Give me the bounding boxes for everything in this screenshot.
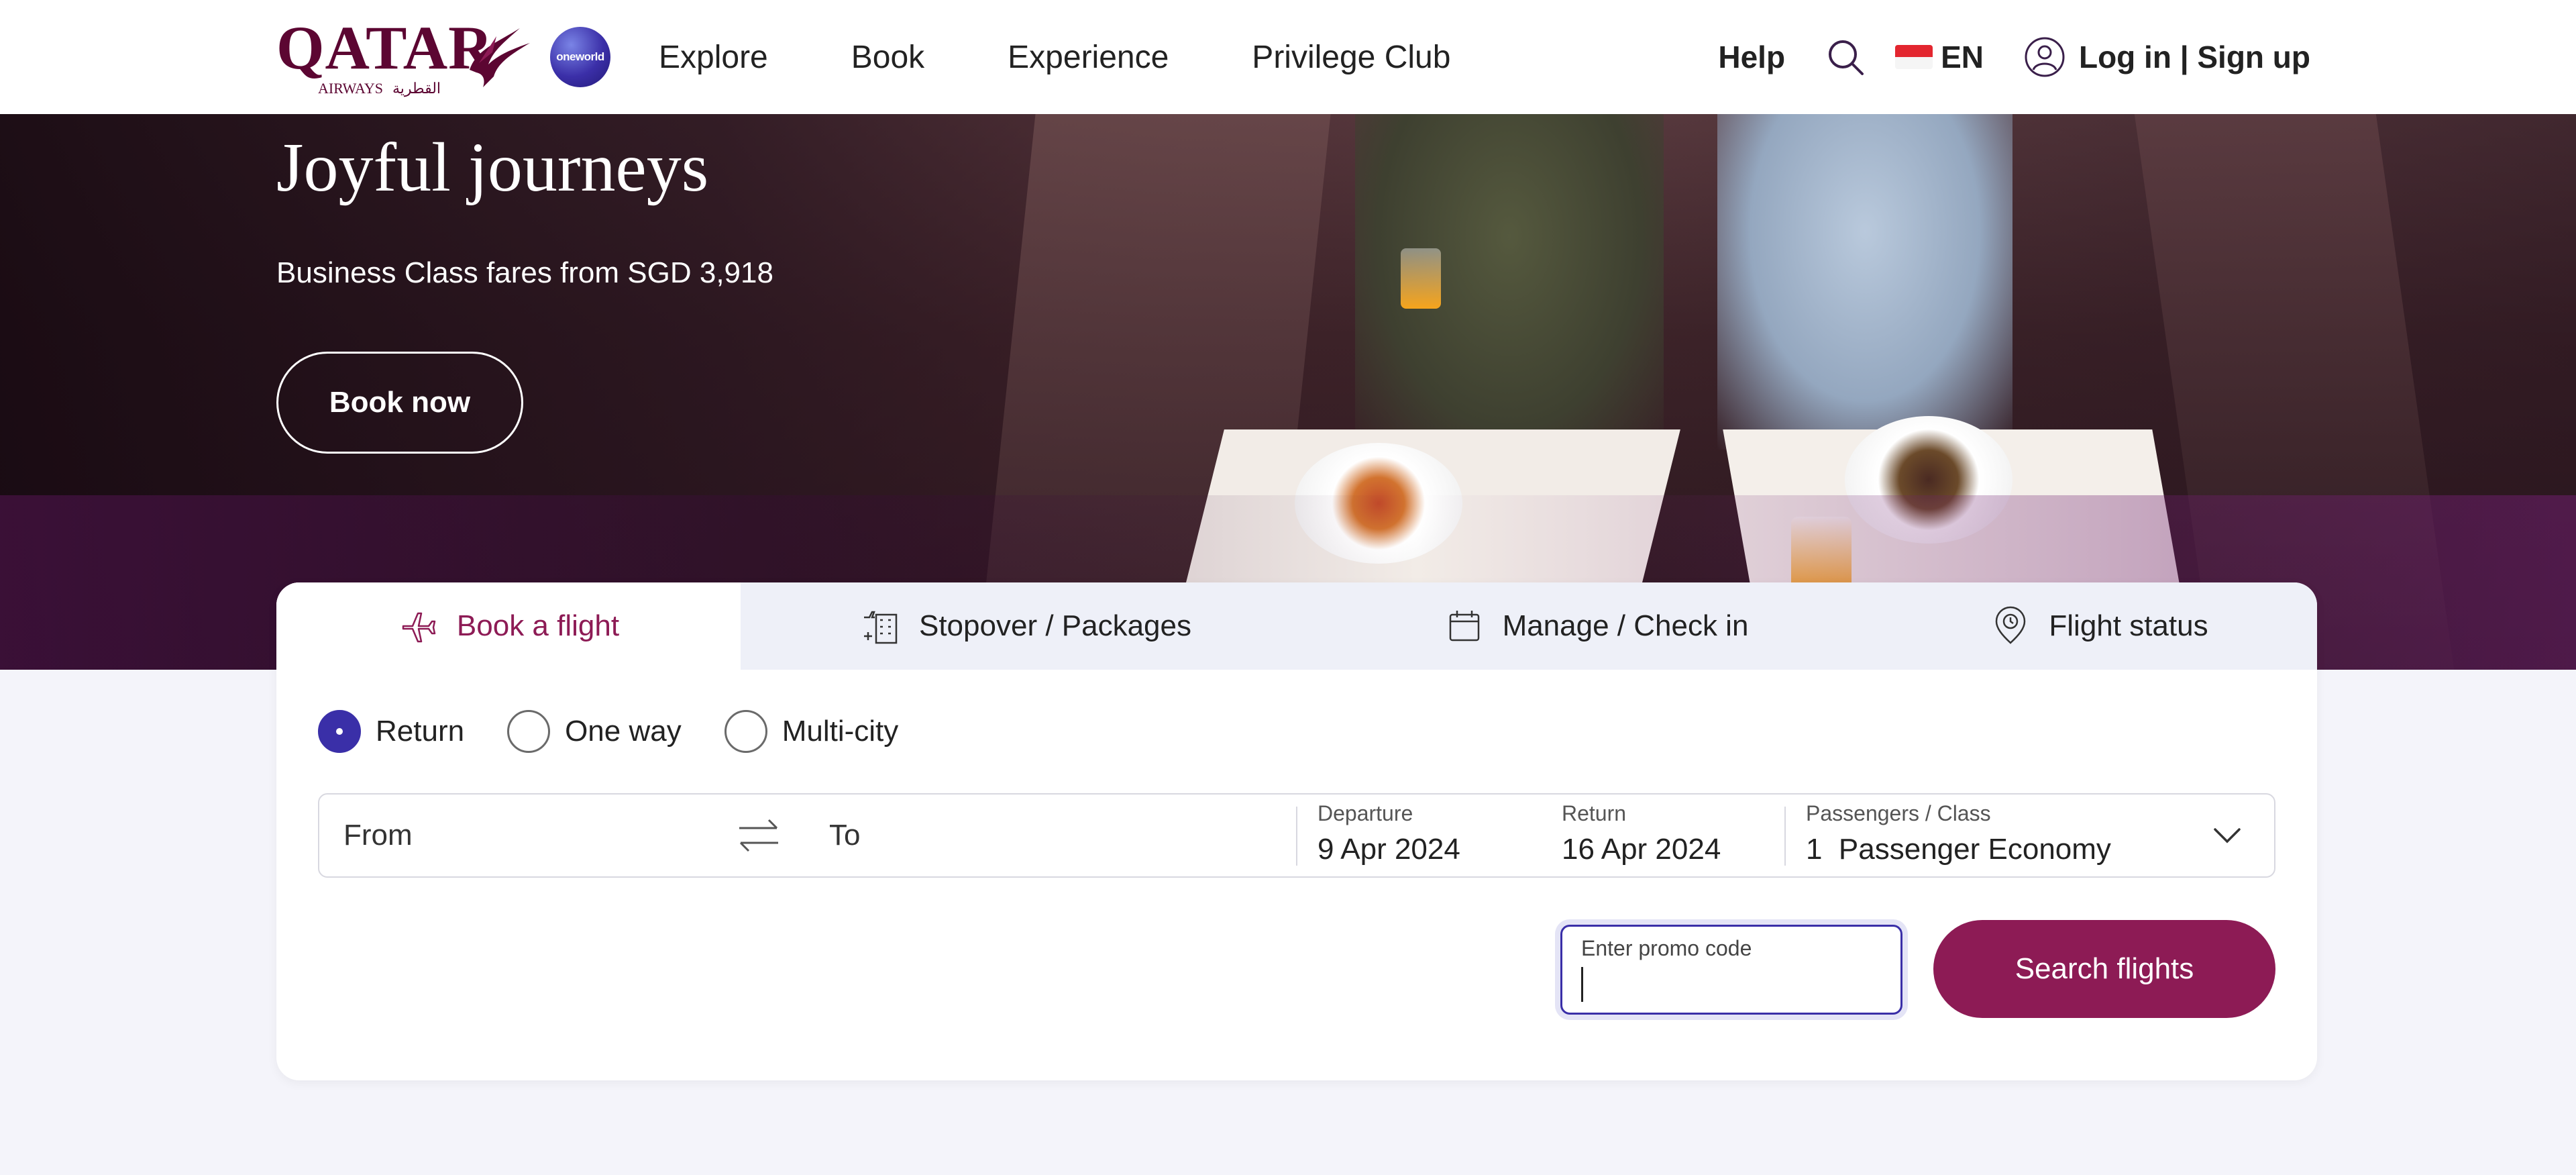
radio-button[interactable]	[507, 710, 551, 753]
trip-type-group: Return One way Multi-city	[318, 710, 941, 753]
radio-return[interactable]: Return	[318, 710, 464, 753]
passengers-class-field[interactable]: Passengers / Class 1 Passenger Economy	[1806, 801, 2111, 866]
departure-value: 9 Apr 2024	[1318, 833, 1460, 866]
radio-label: One way	[565, 715, 682, 748]
tab-label: Book a flight	[456, 609, 620, 642]
search-icon[interactable]	[1825, 37, 1866, 77]
nav-privilege-club[interactable]: Privilege Club	[1252, 39, 1450, 76]
oryx-icon	[470, 28, 530, 87]
tab-label: Manage / Check in	[1502, 609, 1749, 642]
help-link[interactable]: Help	[1718, 39, 1785, 75]
language-selector[interactable]: EN	[1895, 39, 1984, 75]
promo-code-input[interactable]	[1580, 964, 1882, 1005]
tab-book-a-flight[interactable]: Book a flight	[276, 582, 741, 670]
tab-stopover-packages[interactable]: Stopover / Packages	[741, 582, 1311, 670]
search-flights-button[interactable]: Search flights	[1933, 920, 2275, 1018]
field-divider	[1784, 807, 1786, 866]
flight-search-fields: From To Departure 9 Apr 2024 Return 16 A…	[318, 793, 2275, 878]
from-field[interactable]: From	[343, 795, 413, 876]
logo-subtitle: AIRWAYS القطرية	[318, 80, 441, 97]
to-field[interactable]: To	[829, 795, 860, 876]
radio-label: Return	[376, 715, 465, 748]
nav-explore[interactable]: Explore	[659, 39, 768, 76]
tab-label: Flight status	[2049, 609, 2208, 642]
nav-experience[interactable]: Experience	[1008, 39, 1169, 76]
return-value: 16 Apr 2024	[1562, 833, 1721, 866]
tab-manage-check-in[interactable]: Manage / Check in	[1311, 582, 1881, 670]
logo-sub-ar: القطرية	[392, 80, 441, 97]
calendar-icon	[1449, 611, 1479, 642]
booking-tabs: Book a flight Stopover / Packages Manage…	[276, 582, 2317, 670]
logo-sub-en: AIRWAYS	[318, 80, 383, 97]
language-label: EN	[1941, 40, 1984, 74]
radio-one-way[interactable]: One way	[507, 710, 682, 753]
promo-code-label: Enter promo code	[1581, 936, 1752, 960]
booking-widget: Book a flight Stopover / Packages Manage…	[276, 582, 2317, 1080]
hero-title: Joyful journeys	[276, 129, 709, 206]
singapore-flag-icon	[1895, 45, 1933, 69]
radio-button[interactable]	[724, 710, 767, 753]
passengers-label: Passengers / Class	[1806, 801, 1991, 825]
tab-label: Stopover / Packages	[918, 609, 1191, 642]
radio-label: Multi-city	[782, 715, 899, 748]
hero-image-glass	[1401, 248, 1441, 309]
departure-label: Departure	[1318, 801, 1413, 825]
oneworld-label: oneworld	[556, 50, 604, 63]
hero-subtitle: Business Class fares from SGD 3,918	[276, 256, 773, 289]
hero-image-passenger	[1717, 114, 2012, 450]
qatar-airways-logo[interactable]: QATAR AIRWAYS القطرية	[276, 17, 530, 97]
user-icon[interactable]	[2024, 36, 2065, 78]
radio-button[interactable]	[318, 710, 361, 753]
swap-icon[interactable]	[735, 813, 782, 858]
radio-multi-city[interactable]: Multi-city	[724, 710, 899, 753]
nav-book[interactable]: Book	[851, 39, 924, 76]
location-pin-icon	[1996, 606, 2026, 644]
header-utilities: Help EN Log in | Sign up	[1718, 0, 2310, 114]
field-divider	[1296, 807, 1297, 866]
promo-code-field[interactable]: Enter promo code	[1560, 925, 1902, 1015]
return-label: Return	[1562, 801, 1627, 825]
chevron-down-icon[interactable]	[2210, 821, 2245, 848]
plane-icon	[402, 612, 436, 643]
text-caret	[1581, 967, 1583, 1002]
passengers-value: 1 Passenger Economy	[1806, 833, 2111, 866]
login-signup-link[interactable]: Log in | Sign up	[2079, 39, 2310, 75]
site-header: QATAR AIRWAYS القطرية oneworld Explore B…	[0, 0, 2576, 114]
departure-date-field[interactable]: Departure 9 Apr 2024	[1318, 801, 1460, 866]
hotel-icon	[863, 611, 898, 644]
book-now-button[interactable]: Book now	[276, 352, 523, 454]
tab-flight-status[interactable]: Flight status	[1881, 582, 2317, 670]
return-date-field[interactable]: Return 16 Apr 2024	[1562, 801, 1721, 866]
main-nav: Explore Book Experience Privilege Club	[659, 39, 1450, 76]
oneworld-badge: oneworld	[550, 27, 610, 87]
